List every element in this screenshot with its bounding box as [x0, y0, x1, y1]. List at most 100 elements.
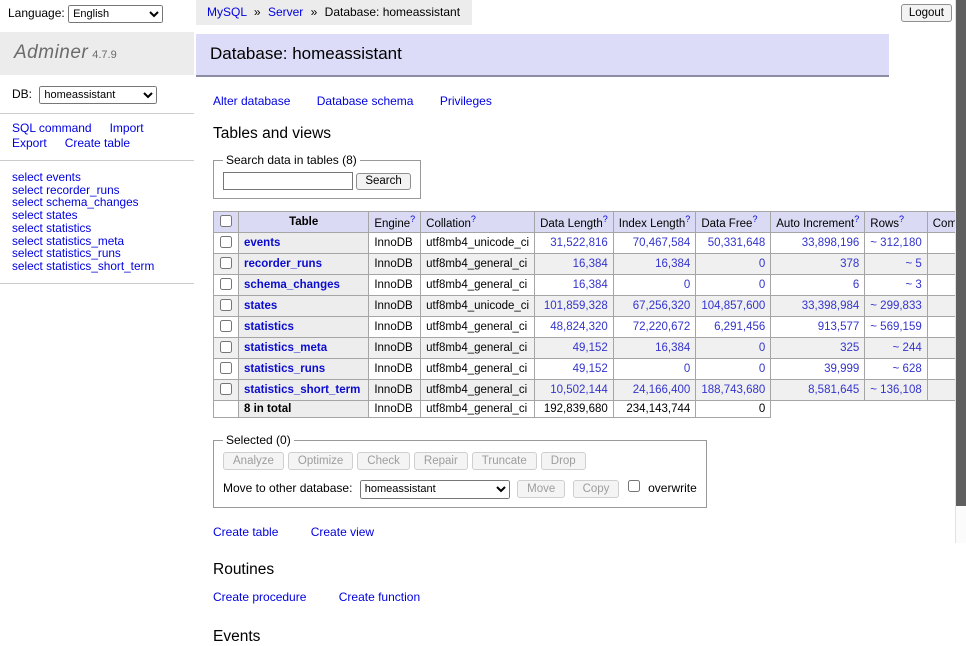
- row-checkbox[interactable]: [220, 278, 232, 290]
- help-icon[interactable]: ?: [685, 214, 690, 224]
- overwrite-checkbox[interactable]: [628, 480, 640, 492]
- data-free-link[interactable]: 188,743,680: [701, 384, 765, 396]
- table-name-link[interactable]: schema_changes: [244, 279, 340, 291]
- check-button[interactable]: Check: [357, 452, 410, 470]
- index-length-link[interactable]: 0: [684, 363, 690, 375]
- table-name-link[interactable]: statistics_runs: [244, 363, 325, 375]
- data-length-link[interactable]: 49,152: [573, 363, 608, 375]
- create-view-link[interactable]: Create view: [311, 525, 374, 539]
- row-checkbox[interactable]: [220, 257, 232, 269]
- auto-increment-link[interactable]: 325: [840, 342, 859, 354]
- row-checkbox[interactable]: [220, 362, 232, 374]
- breadcrumb-link-mysql[interactable]: MySQL: [207, 5, 247, 19]
- auto-increment-link[interactable]: 33,398,984: [802, 300, 860, 312]
- rows-link[interactable]: ~ 312,180: [870, 237, 921, 249]
- data-free-link[interactable]: 0: [759, 258, 765, 270]
- alter-database-link[interactable]: Alter database: [213, 94, 290, 108]
- data-free-link[interactable]: 6,291,456: [714, 321, 765, 333]
- row-checkbox[interactable]: [220, 236, 232, 248]
- data-length-link[interactable]: 16,384: [573, 258, 608, 270]
- table-name-link[interactable]: statistics_meta: [244, 342, 327, 354]
- rows-link[interactable]: ~ 244: [893, 342, 922, 354]
- table-name-link[interactable]: statistics: [244, 321, 294, 333]
- auto-increment-link[interactable]: 6: [853, 279, 859, 291]
- index-length-link[interactable]: 16,384: [655, 258, 690, 270]
- table-name-link[interactable]: events: [244, 237, 280, 249]
- move-db-select[interactable]: homeassistant: [360, 480, 510, 499]
- index-length-link[interactable]: 72,220,672: [633, 321, 691, 333]
- data-free-link[interactable]: 0: [759, 279, 765, 291]
- sidebar-link-export[interactable]: Export: [12, 136, 47, 150]
- help-icon[interactable]: ?: [410, 214, 415, 224]
- data-free-link[interactable]: 0: [759, 363, 765, 375]
- sidebar-link-import[interactable]: Import: [110, 121, 144, 135]
- table-name-link[interactable]: statistics_short_term: [244, 384, 360, 396]
- row-checkbox[interactable]: [220, 383, 232, 395]
- data-free-link[interactable]: 50,331,648: [708, 237, 766, 249]
- create-function-link[interactable]: Create function: [339, 590, 420, 604]
- rows-link[interactable]: ~ 5: [905, 258, 921, 270]
- index-length-link[interactable]: 16,384: [655, 342, 690, 354]
- data-length-link[interactable]: 16,384: [573, 279, 608, 291]
- data-free-link[interactable]: 104,857,600: [701, 300, 765, 312]
- db-select[interactable]: homeassistant: [39, 86, 157, 104]
- sidebar-select-link[interactable]: select events: [12, 171, 194, 184]
- create-procedure-link[interactable]: Create procedure: [213, 590, 306, 604]
- rows-link[interactable]: ~ 628: [893, 363, 922, 375]
- index-length-link[interactable]: 24,166,400: [633, 384, 691, 396]
- auto-increment-link[interactable]: 378: [840, 258, 859, 270]
- logout-button[interactable]: Logout: [901, 4, 952, 22]
- rows-link[interactable]: ~ 299,833: [870, 300, 921, 312]
- table-name-link[interactable]: states: [244, 300, 277, 312]
- auto-increment-link[interactable]: 8,581,645: [808, 384, 859, 396]
- row-checkbox[interactable]: [220, 320, 232, 332]
- search-input[interactable]: [223, 172, 353, 190]
- index-length-link[interactable]: 0: [684, 279, 690, 291]
- sidebar-link-sql-command[interactable]: SQL command: [12, 121, 92, 135]
- rows-link[interactable]: ~ 3: [905, 279, 921, 291]
- table-name-link[interactable]: recorder_runs: [244, 258, 322, 270]
- help-icon[interactable]: ?: [471, 214, 476, 224]
- scrollbar-thumb[interactable]: [956, 0, 966, 506]
- repair-button[interactable]: Repair: [414, 452, 468, 470]
- language-select[interactable]: English: [68, 5, 163, 23]
- privileges-link[interactable]: Privileges: [440, 94, 492, 108]
- data-length-link[interactable]: 101,859,328: [544, 300, 608, 312]
- help-icon[interactable]: ?: [854, 214, 859, 224]
- analyze-button[interactable]: Analyze: [223, 452, 284, 470]
- row-checkbox[interactable]: [220, 299, 232, 311]
- data-length-link[interactable]: 49,152: [573, 342, 608, 354]
- sidebar-link-create-table[interactable]: Create table: [65, 136, 130, 150]
- data-length-link[interactable]: 48,824,320: [550, 321, 608, 333]
- sidebar-select-link[interactable]: select statistics_short_term: [12, 260, 194, 273]
- create-table-link[interactable]: Create table: [213, 525, 278, 539]
- index-length-link[interactable]: 67,256,320: [633, 300, 691, 312]
- sidebar-select-link[interactable]: select statistics: [12, 222, 194, 235]
- row-checkbox[interactable]: [220, 341, 232, 353]
- data-length-link[interactable]: 10,502,144: [550, 384, 608, 396]
- optimize-button[interactable]: Optimize: [288, 452, 353, 470]
- breadcrumb-link-server[interactable]: Server: [268, 5, 303, 19]
- help-icon[interactable]: ?: [603, 214, 608, 224]
- tables-header-row: TableEngine?Collation?Data Length?Index …: [214, 212, 966, 233]
- drop-button[interactable]: Drop: [541, 452, 586, 470]
- copy-button[interactable]: Copy: [573, 480, 620, 498]
- help-icon[interactable]: ?: [752, 214, 757, 224]
- move-button[interactable]: Move: [517, 480, 565, 498]
- search-button[interactable]: Search: [356, 173, 410, 190]
- index-length-link[interactable]: 70,467,584: [633, 237, 691, 249]
- database-schema-link[interactable]: Database schema: [317, 94, 414, 108]
- help-icon[interactable]: ?: [899, 214, 904, 224]
- auto-increment-link[interactable]: 39,999: [824, 363, 859, 375]
- data-length-link[interactable]: 31,522,816: [550, 237, 608, 249]
- rows-link[interactable]: ~ 569,159: [870, 321, 921, 333]
- rows-link[interactable]: ~ 136,108: [870, 384, 921, 396]
- truncate-button[interactable]: Truncate: [472, 452, 537, 470]
- data-free-link[interactable]: 0: [759, 342, 765, 354]
- auto-increment-link[interactable]: 33,898,196: [802, 237, 860, 249]
- auto-increment-link[interactable]: 913,577: [818, 321, 860, 333]
- engine-cell: InnoDB: [369, 380, 421, 401]
- select-all-checkbox[interactable]: [220, 215, 232, 227]
- vertical-scrollbar[interactable]: [955, 0, 966, 543]
- sidebar-select-link[interactable]: select states: [12, 209, 194, 222]
